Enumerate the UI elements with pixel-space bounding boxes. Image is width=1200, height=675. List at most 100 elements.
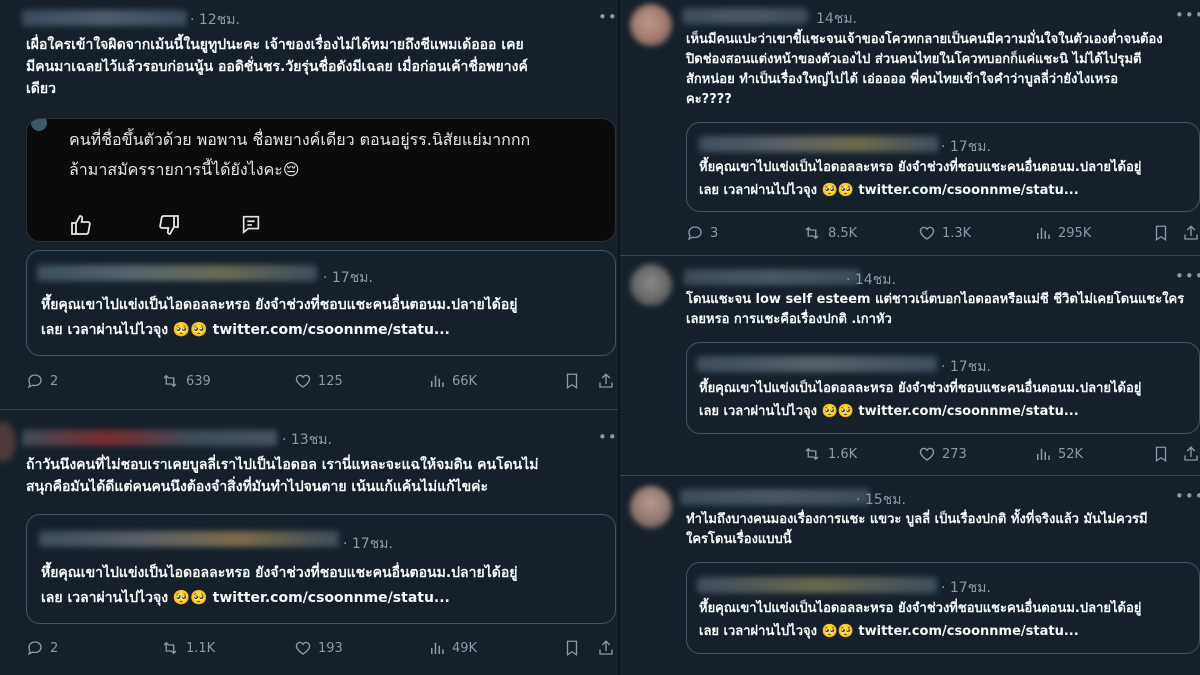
quoted-tweet[interactable]: · 17ชม. หึ้ยคุณเขาไปแข่งเป็นไอดอลละหรอ ย… <box>686 562 1200 654</box>
right-column: 14ชม. ••• เห็นมีคนแปะว่าเขาขี้แชะจนเจ้าข… <box>618 0 1200 675</box>
bookmark-icon <box>1155 446 1167 463</box>
reply-button[interactable]: 2 <box>26 639 58 657</box>
like-button[interactable]: 193 <box>294 639 343 657</box>
like-button[interactable]: 125 <box>294 372 343 390</box>
quoted-tweet[interactable]: · 17ชม. หึ้ยคุณเขาไปแข่งเป็นไอดอลละหรอ ย… <box>26 514 616 624</box>
retweet-button[interactable]: 8.5K <box>802 224 857 242</box>
bookmark-button[interactable] <box>563 372 581 390</box>
views-button[interactable]: 49K <box>428 639 477 657</box>
comment-icon <box>240 213 262 239</box>
like-button[interactable]: 1.3K <box>918 224 971 242</box>
bookmark-button[interactable] <box>1152 445 1170 463</box>
quoted-username-blurred <box>697 356 937 372</box>
tweet-text-line: คะ???? <box>686 92 732 107</box>
quoted-tweet[interactable]: · 17ชม. หึ้ยคุณเขาไปแข่งเป็นไอดอลละหรอ ย… <box>686 122 1200 212</box>
tweet[interactable]: · 14ชม. ••• โดนแชะจน low self esteem แต่… <box>620 256 1200 476</box>
share-icon <box>599 640 613 655</box>
like-icon <box>295 374 311 388</box>
more-icon[interactable]: ••• <box>1175 8 1200 23</box>
tweet-time[interactable]: 14ชม. <box>816 8 857 30</box>
quoted-text-line: เลย เวลาผ่านไปไวจุง 🥺🥺 twitter.com/csoon… <box>41 590 450 606</box>
reply-count: 2 <box>50 373 59 389</box>
tweet-time[interactable]: · 14ชม. <box>846 269 896 291</box>
share-button[interactable] <box>1182 445 1200 463</box>
quoted-text-line: เลย เวลาผ่านไปไวจุง 🥺🥺 twitter.com/csoon… <box>41 322 450 338</box>
tweet-actions: 1.6K 273 52K <box>620 445 1200 465</box>
tweet-text-line: เผื่อใครเข้าใจผิดจากเม้นนี้ในยูทูปนะคะ เ… <box>26 37 524 53</box>
username-blurred[interactable] <box>684 269 860 285</box>
views-icon <box>431 642 444 654</box>
like-icon <box>295 641 311 655</box>
left-column: · 12ชม. ••• เผื่อใครเข้าใจผิดจากเม้นนี้ใ… <box>0 0 618 675</box>
thumbs-down-icon <box>157 213 181 241</box>
like-count: 125 <box>318 373 343 389</box>
tweet-time[interactable]: · 13ชม. <box>282 429 332 451</box>
reply-icon <box>687 226 702 241</box>
views-button[interactable]: 52K <box>1034 445 1083 463</box>
like-count: 1.3K <box>942 225 972 241</box>
thumbs-up-icon <box>69 213 93 241</box>
tweet[interactable]: · 13ชม. ••• ถ้าวันนึงคนที่ไม่ชอบเราเคยบู… <box>0 410 618 675</box>
quoted-tweet[interactable]: · 17ชม. หึ้ยคุณเขาไปแข่งเป็นไอดอลละหรอ ย… <box>26 250 616 356</box>
avatar[interactable] <box>630 486 672 528</box>
retweet-icon <box>805 447 819 461</box>
quoted-tweet-time: · 17ชม. <box>941 580 991 596</box>
bookmark-button[interactable] <box>563 639 581 657</box>
retweet-count: 8.5K <box>828 225 858 241</box>
share-icon <box>1184 225 1198 240</box>
more-icon[interactable]: ••• <box>598 10 618 25</box>
username-blurred[interactable] <box>22 430 277 446</box>
share-button[interactable] <box>1182 224 1200 242</box>
views-icon <box>1037 448 1050 460</box>
tweet-text: โดนแชะจน low self esteem แต่ชาวเน็ตบอกไอ… <box>686 290 1200 330</box>
avatar[interactable] <box>630 264 672 306</box>
like-count: 273 <box>942 446 967 462</box>
quoted-text-line: เลย เวลาผ่านไปไวจุง 🥺🥺 twitter.com/csoon… <box>699 404 1079 419</box>
share-button[interactable] <box>597 372 615 390</box>
avatar[interactable] <box>0 422 16 462</box>
comment-avatar <box>31 119 47 131</box>
more-icon[interactable]: ••• <box>1175 489 1200 504</box>
retweet-icon <box>805 226 819 240</box>
username-blurred[interactable] <box>22 10 187 26</box>
quoted-username-blurred <box>37 265 317 281</box>
retweet-icon <box>163 374 177 388</box>
views-count: 295K <box>1058 225 1092 241</box>
retweet-button[interactable]: 639 <box>160 372 211 390</box>
username-blurred[interactable] <box>680 489 870 505</box>
tweet-text: ทำไมถึงบางคนมองเรื่องการแชะ แขวะ บูลลี่ … <box>686 510 1200 550</box>
tweet[interactable]: 14ชม. ••• เห็นมีคนแปะว่าเขาขี้แชะจนเจ้าข… <box>620 0 1200 256</box>
more-icon[interactable]: ••• <box>1175 269 1200 284</box>
bookmark-button[interactable] <box>1152 224 1170 242</box>
views-button[interactable]: 295K <box>1034 224 1091 242</box>
retweet-button[interactable]: 1.6K <box>802 445 857 463</box>
quoted-text-line: หึ้ยคุณเขาไปแข่งเป็นไอดอลละหรอ ยังจำช่วง… <box>699 601 1142 616</box>
tweet[interactable]: · 15ชม. ••• ทำไมถึงบางคนมองเรื่องการแชะ … <box>620 476 1200 675</box>
reply-button[interactable]: 2 <box>26 372 58 390</box>
share-button[interactable] <box>597 639 615 657</box>
like-button[interactable]: 273 <box>918 445 967 463</box>
reply-icon <box>27 374 42 389</box>
views-icon <box>1037 227 1050 239</box>
retweet-button[interactable]: 1.1K <box>160 639 215 657</box>
tweet-text: ถ้าวันนึงคนที่ไม่ชอบเราเคยบูลลี่เราไปเป็… <box>26 454 616 498</box>
tweet-time[interactable]: · 12ชม. <box>190 9 240 31</box>
views-button[interactable]: 66K <box>428 372 477 390</box>
tweet-text-line: สนุกคือมันได้ดีแต่คนคนนึงต้องจำสิ่งที่มั… <box>26 479 489 495</box>
quoted-tweet-text: หึ้ยคุณเขาไปแข่งเป็นไอดอลละหรอ ยังจำช่วง… <box>699 377 1197 423</box>
tweet[interactable]: · 12ชม. ••• เผื่อใครเข้าใจผิดจากเม้นนี้ใ… <box>0 0 618 410</box>
more-icon[interactable]: ••• <box>598 430 618 445</box>
tweet-time[interactable]: · 15ชม. <box>856 489 906 511</box>
quoted-tweet[interactable]: · 17ชม. หึ้ยคุณเขาไปแข่งเป็นไอดอลละหรอ ย… <box>686 342 1200 434</box>
like-count: 193 <box>318 640 343 656</box>
embedded-comment-screenshot: คนที่ชื่อขึ้นตัวด้วย พอพาน ชื่อพยางค์เดี… <box>26 118 616 242</box>
avatar[interactable] <box>630 4 672 46</box>
quoted-tweet-text: หึ้ยคุณเขาไปแข่งเป็นไอดอลละหรอ ยังจำช่วง… <box>41 561 611 611</box>
username-blurred[interactable] <box>682 8 808 24</box>
reply-button[interactable]: 3 <box>686 224 718 242</box>
quoted-username-blurred <box>699 136 939 152</box>
views-count: 49K <box>452 640 478 656</box>
tweet-text-line: โดนแชะจน low self esteem แต่ชาวเน็ตบอกไอ… <box>686 292 1185 307</box>
tweet-text-line: สักหน่อย ทำเป็นเรื่องใหญ่ไปได้ เอ่ออออ พ… <box>686 72 1119 87</box>
quoted-tweet-text: หึ้ยคุณเขาไปแข่งเป็นไอดอลละหรอ ยังจำช่วง… <box>699 156 1197 202</box>
